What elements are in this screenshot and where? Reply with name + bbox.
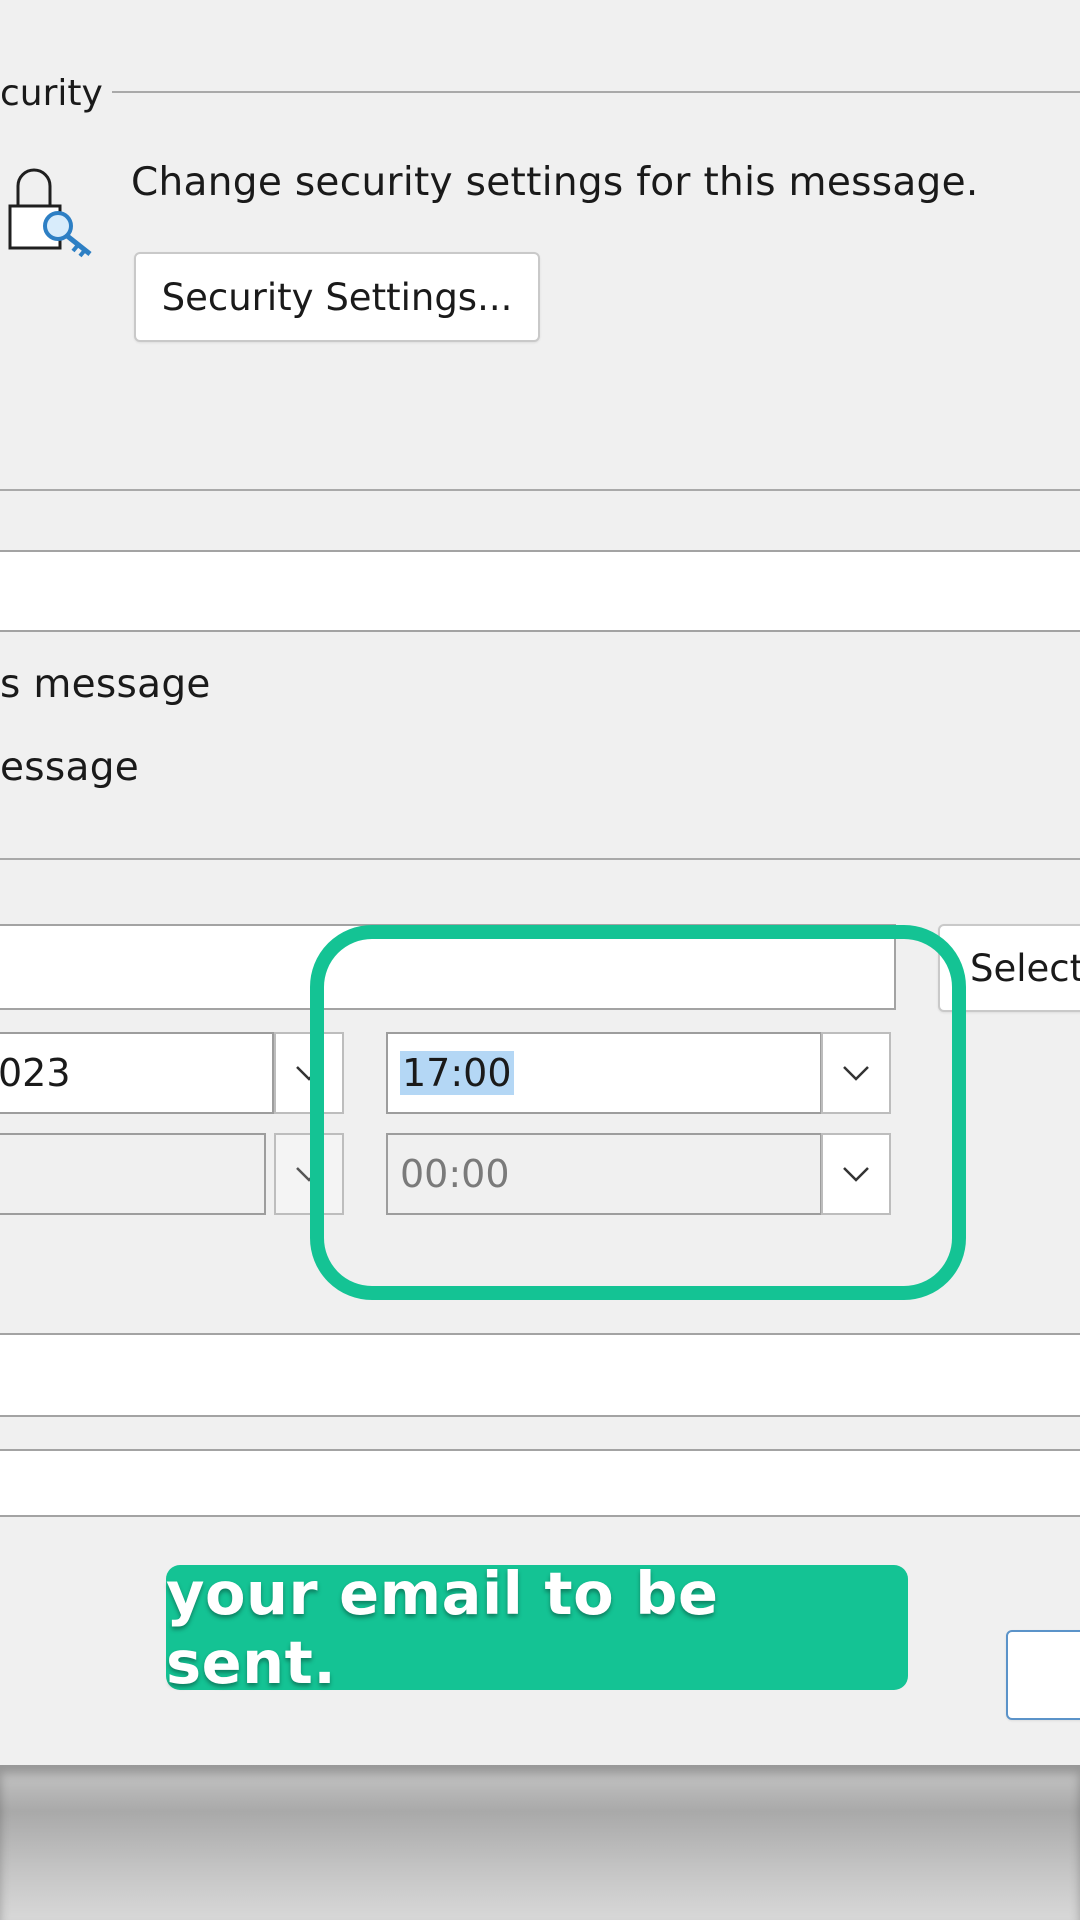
close-button[interactable]: [1006, 1630, 1080, 1720]
security-description: Change security settings for this messag…: [131, 160, 979, 205]
highlight-frame: [310, 925, 966, 1300]
security-group-divider: [112, 91, 1080, 93]
security-settings-button[interactable]: Security Settings...: [134, 252, 540, 342]
save-sent-item-field[interactable]: [0, 1333, 1080, 1417]
expires-date-field: [0, 1133, 266, 1215]
section-divider: [0, 858, 1080, 860]
lock-key-icon: [4, 154, 96, 258]
section-divider: [0, 489, 1080, 491]
background-behind-dialog: [0, 1765, 1080, 1920]
do-not-deliver-date-field[interactable]: 023: [0, 1032, 274, 1114]
security-group-label: curity: [0, 73, 103, 114]
tracking-option-delivery-receipt[interactable]: essage: [0, 748, 139, 787]
video-caption: your email to be sent.: [166, 1559, 908, 1697]
tracking-option-read-receipt[interactable]: s message: [0, 665, 211, 704]
message-options-dialog: curity Change security settings for this…: [0, 0, 1080, 1765]
contacts-field[interactable]: [0, 1449, 1080, 1517]
options-textbox[interactable]: [0, 550, 1080, 632]
